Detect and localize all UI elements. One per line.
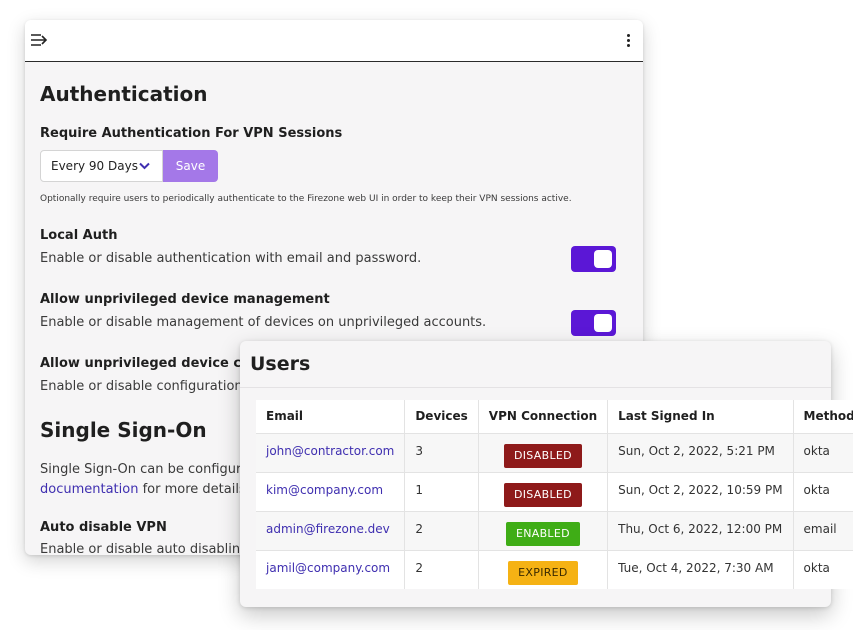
devices-cell: 1 [404, 472, 479, 512]
table-header-row: Email Devices VPN Connection Last Signed… [256, 400, 853, 434]
column-header-vpn-connection: VPN Connection [478, 400, 609, 434]
vpn-cell: DISABLED [478, 472, 609, 512]
documentation-link[interactable]: documentation [40, 482, 138, 497]
auth-interval-value: Every 90 Days [51, 159, 138, 173]
sso-text-line1: Single Sign-On can be configured i [40, 462, 266, 477]
last-signed-in-cell: Sun, Oct 2, 2022, 10:59 PM [607, 472, 794, 512]
user-email-link[interactable]: john@contractor.com [266, 444, 394, 458]
email-cell: kim@company.com [256, 472, 406, 512]
users-title: Users [250, 353, 311, 375]
toggle-knob [594, 250, 612, 268]
column-header-method: Method [793, 400, 853, 434]
status-badge: EXPIRED [508, 560, 578, 585]
toggle-knob [594, 314, 612, 332]
devices-cell: 3 [404, 433, 479, 473]
email-cell: admin@firezone.dev [256, 511, 406, 551]
vpn-cell: DISABLED [478, 433, 609, 473]
users-card: Users Email Devices VPN Connection Last … [240, 341, 853, 607]
auth-interval-select[interactable]: Every 90 Days [40, 150, 163, 182]
column-header-last-signed-in: Last Signed In [607, 400, 794, 434]
auto-disable-title: Auto disable VPN [40, 520, 167, 535]
auto-disable-description: Enable or disable auto disabling V [40, 542, 262, 555]
method-cell: okta [793, 472, 853, 512]
sso-text-line2-rest: for more details. [138, 482, 250, 497]
devices-cell: 2 [404, 511, 479, 551]
menu-collapse-icon[interactable] [30, 32, 48, 48]
save-button[interactable]: Save [163, 150, 218, 182]
device-management-title: Allow unprivileged device management [40, 292, 330, 307]
last-signed-in-cell: Sun, Oct 2, 2022, 5:21 PM [607, 433, 794, 473]
users-table: Email Devices VPN Connection Last Signed… [256, 400, 853, 589]
vpn-cell: ENABLED [478, 511, 609, 551]
devices-cell: 2 [404, 550, 479, 589]
table-row: kim@company.com 1 DISABLED Sun, Oct 2, 2… [256, 472, 853, 512]
local-auth-description: Enable or disable authentication with em… [40, 251, 422, 266]
method-cell: okta [793, 433, 853, 473]
require-auth-label: Require Authentication For VPN Sessions [40, 126, 343, 141]
method-cell: email [793, 511, 853, 551]
table-row: john@contractor.com 3 DISABLED Sun, Oct … [256, 433, 853, 473]
last-signed-in-cell: Thu, Oct 6, 2022, 12:00 PM [607, 511, 794, 551]
require-auth-help: Optionally require users to periodically… [40, 194, 572, 204]
sso-title: Single Sign-On [40, 418, 207, 442]
email-cell: john@contractor.com [256, 433, 406, 473]
email-cell: jamil@company.com [256, 550, 406, 589]
method-cell: okta [803, 560, 830, 575]
local-auth-toggle[interactable] [571, 246, 616, 272]
vpn-cell: EXPIRED [478, 550, 609, 589]
device-config-description: Enable or disable configuration of [40, 379, 260, 394]
device-management-description: Enable or disable management of devices … [40, 315, 487, 330]
user-email-link[interactable]: admin@firezone.dev [266, 522, 390, 536]
status-badge: ENABLED [505, 521, 580, 546]
divider [240, 387, 831, 388]
column-header-email: Email [256, 400, 406, 434]
table-row: jamil@company.com 2 EXPIRED Tue, Oct 4, … [256, 550, 853, 589]
kebab-menu-icon[interactable] [627, 34, 631, 48]
chevron-down-icon [139, 162, 150, 170]
local-auth-title: Local Auth [40, 228, 118, 243]
user-email-link[interactable]: kim@company.com [266, 483, 383, 497]
top-bar [25, 20, 643, 62]
column-header-devices: Devices [404, 400, 479, 434]
sso-text-line2: documentation for more details. [40, 482, 250, 497]
last-signed-in-cell: Tue, Oct 4, 2022, 7:30 AM [607, 550, 794, 589]
authentication-title: Authentication [40, 82, 208, 106]
device-management-toggle[interactable] [571, 310, 616, 336]
table-row: admin@firezone.dev 2 ENABLED Thu, Oct 6,… [256, 511, 853, 551]
user-email-link[interactable]: jamil@company.com [266, 561, 390, 575]
status-badge: DISABLED [503, 482, 582, 507]
status-badge: DISABLED [503, 443, 582, 468]
